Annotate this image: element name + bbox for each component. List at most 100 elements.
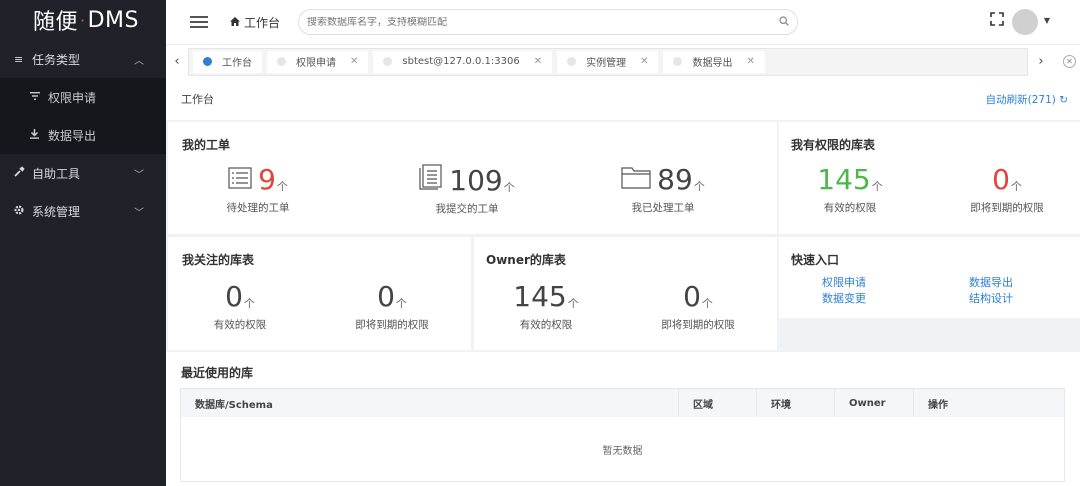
user-avatar[interactable]: [1012, 9, 1038, 35]
tabs-bar: ‹ 工作台 权限申请 ✕ sbtest@127.0.0.1:3306 ✕ 实例管…: [166, 44, 1080, 78]
sidebar-item-data-export[interactable]: 数据导出: [0, 116, 166, 154]
chevron-up-icon: ︿: [134, 55, 144, 67]
sidebar: 随便 · DMS ≡ 任务类型 ︿ 权限申请 数据导出 自助工具 ﹀ 系统管理 …: [0, 0, 166, 486]
table-header: 数据库/Schema 区域 环境 Owner 操作: [181, 389, 1064, 417]
stat-unit: 个: [693, 180, 705, 193]
stat-followed-expiring[interactable]: 0个 即将到期的权限: [344, 281, 440, 332]
stat-unit: 个: [871, 180, 883, 193]
quick-link-schema-design[interactable]: 结构设计: [969, 290, 1013, 306]
top-header: 工作台 ▼: [166, 0, 1080, 44]
stat-unit: 个: [701, 297, 713, 310]
page-title: 工作台: [181, 93, 214, 106]
stat-caption: 有效的权限: [213, 319, 267, 331]
close-icon[interactable]: ✕: [746, 56, 754, 67]
caret-down-icon[interactable]: ▼: [1044, 16, 1050, 25]
close-icon[interactable]: ✕: [534, 56, 542, 67]
stat-caption: 我提交的工单: [435, 203, 499, 215]
sidebar-item-permission-request[interactable]: 权限申请: [0, 78, 166, 116]
column-header[interactable]: Owner: [835, 389, 914, 417]
tab-label: sbtest@127.0.0.1:3306: [402, 56, 520, 67]
stat-caption: 待处理的工单: [226, 202, 290, 214]
stat-value: 109: [449, 164, 503, 197]
stat-unit: 个: [395, 297, 407, 310]
stat-caption: 即将到期的权限: [661, 319, 735, 331]
fullscreen-icon[interactable]: [990, 12, 1004, 26]
stat-value: 0: [377, 280, 395, 313]
stat-owner-valid[interactable]: 145 个 有效的权限: [504, 281, 588, 332]
column-header[interactable]: 数据库/Schema: [181, 389, 679, 417]
page-heading: 工作台 自动刷新(271) ↻: [166, 78, 1080, 120]
search-icon[interactable]: [779, 15, 789, 29]
stat-value: 9: [258, 163, 276, 196]
search-input[interactable]: [307, 16, 780, 28]
stat-handled-orders[interactable]: 89 个 我已处理工单: [598, 164, 728, 215]
menu-task-types[interactable]: ≡ 任务类型 ︿: [0, 40, 166, 78]
stat-pending-orders[interactable]: 9个 待处理的工单: [198, 164, 318, 215]
tab-label: 工作台: [222, 58, 252, 69]
close-icon[interactable]: ✕: [350, 56, 358, 67]
stat-expiring-permissions[interactable]: 0个 即将到期的权限: [959, 164, 1055, 215]
card-my-orders: 我的工单 9个 待处理的工单 109 个 我提交的工单 89 个 我已处理工单: [168, 122, 777, 234]
tab-status-dot: [383, 57, 393, 66]
tab-data-export[interactable]: 数据导出 ✕: [663, 50, 765, 73]
card-title: 我关注的库表: [182, 253, 255, 267]
stat-unit: 个: [276, 180, 288, 193]
tab-permission-request[interactable]: 权限申请 ✕: [267, 50, 369, 73]
stat-followed-valid[interactable]: 0个 有效的权限: [198, 281, 282, 332]
recent-table: 数据库/Schema 区域 环境 Owner 操作 暂无数据: [180, 388, 1065, 482]
submenu-task-types: 权限申请 数据导出: [0, 78, 166, 154]
empty-state: 暂无数据: [602, 445, 643, 457]
stat-value: 145: [513, 280, 567, 313]
list-icon: ≡: [14, 52, 24, 66]
database-search[interactable]: [298, 9, 799, 35]
tab-status-dot: [203, 57, 212, 66]
card-followed-tables: 我关注的库表 0个 有效的权限 0个 即将到期的权限: [168, 237, 471, 350]
stat-unit: 个: [243, 297, 255, 310]
quick-link-permission-request[interactable]: 权限申请: [822, 274, 866, 290]
column-header[interactable]: 环境: [757, 389, 835, 417]
card-title: 我有权限的库表: [791, 138, 876, 152]
stat-owner-expiring[interactable]: 0个 即将到期的权限: [650, 281, 746, 332]
stat-caption: 即将到期的权限: [970, 202, 1044, 214]
tab-label: 权限申请: [296, 58, 336, 69]
menu-toggle-icon[interactable]: [190, 16, 208, 28]
document-icon: [419, 164, 443, 197]
app-logo[interactable]: 随便 · DMS: [0, 0, 166, 40]
filter-icon: [30, 91, 42, 103]
quick-link-data-export[interactable]: 数据导出: [969, 274, 1013, 290]
stat-value: 0: [992, 163, 1010, 196]
tabs-scroll-left-icon[interactable]: ‹: [166, 45, 188, 79]
stat-valid-permissions[interactable]: 145 个 有效的权限: [805, 164, 895, 215]
stat-unit: 个: [503, 181, 515, 194]
gear-icon: [14, 204, 26, 218]
logo-dot: ·: [80, 10, 86, 30]
menu-self-service-tools[interactable]: 自助工具 ﹀: [0, 154, 166, 192]
menu-system-management[interactable]: 系统管理 ﹀: [0, 192, 166, 230]
tab-workbench[interactable]: 工作台: [193, 50, 262, 73]
sidebar-item-permission-request-label: 权限申请: [48, 90, 97, 105]
stat-caption: 有效的权限: [519, 319, 573, 331]
auto-refresh-link[interactable]: 自动刷新(271) ↻: [986, 92, 1068, 107]
tab-sbtest[interactable]: sbtest@127.0.0.1:3306 ✕: [373, 50, 553, 73]
refresh-icon: ↻: [1059, 94, 1068, 106]
tabs-scroll-right-icon[interactable]: ›: [1030, 45, 1052, 79]
column-header[interactable]: 操作: [914, 389, 1064, 417]
menu-system-management-label: 系统管理: [32, 204, 81, 219]
stat-value: 0: [683, 280, 701, 313]
quick-link-data-change[interactable]: 数据变更: [822, 290, 866, 306]
close-all-tabs-icon[interactable]: ✕: [1063, 55, 1076, 68]
breadcrumb[interactable]: 工作台: [230, 14, 280, 31]
tab-label: 数据导出: [692, 58, 733, 69]
logo-text-left: 随便: [33, 10, 79, 35]
tabs-track: 工作台 权限申请 ✕ sbtest@127.0.0.1:3306 ✕ 实例管理 …: [188, 47, 1028, 76]
download-icon: [30, 128, 42, 142]
home-icon: [230, 16, 240, 29]
stat-submitted-orders[interactable]: 109 个 我提交的工单: [396, 164, 538, 216]
menu-group-task-types: ≡ 任务类型 ︿ 权限申请 数据导出: [0, 40, 166, 154]
card-owner-tables: Owner的库表 145 个 有效的权限 0个 即将到期的权限: [474, 237, 777, 350]
column-header[interactable]: 区域: [679, 389, 757, 417]
tab-instance-management[interactable]: 实例管理 ✕: [557, 50, 659, 73]
close-icon[interactable]: ✕: [640, 56, 648, 67]
stat-value: 145: [817, 163, 871, 196]
card-quick-entry: 快速入口 权限申请 数据导出 数据变更 结构设计: [779, 237, 1080, 318]
